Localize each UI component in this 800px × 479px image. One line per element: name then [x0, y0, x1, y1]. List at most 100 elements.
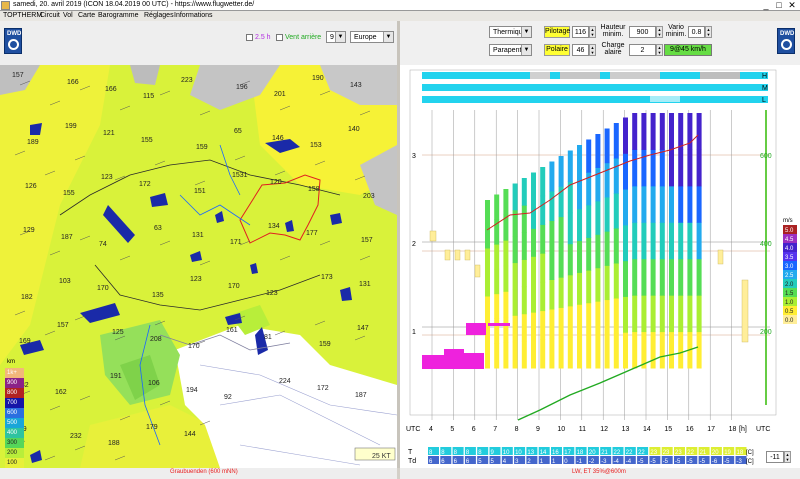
- t-value: 20: [589, 450, 596, 456]
- hours-utc-right: UTC: [756, 426, 770, 433]
- hour-tick: 13: [622, 426, 630, 433]
- hour-tick: 14: [643, 426, 651, 433]
- polaire-stepper[interactable]: ▲ ▼: [589, 44, 596, 56]
- thermal-map[interactable]: 157 166 166 115 223 196 201 190 143 189 199 121 155 1…: [0, 65, 397, 468]
- close-button[interactable]: ✕: [786, 0, 798, 11]
- legend-item: 800: [5, 388, 24, 398]
- menu-circuit[interactable]: Circuit: [40, 12, 60, 19]
- contour-label: 63: [154, 225, 162, 232]
- contour-label: 172: [317, 385, 329, 392]
- legend-item: 600: [5, 408, 24, 418]
- t-value: 22: [638, 450, 645, 456]
- contour-label: 131: [359, 281, 371, 288]
- hour-tick: 15: [664, 426, 672, 433]
- td-value: -3: [737, 459, 743, 465]
- td-value: -5: [638, 459, 644, 465]
- vario-scale-label: 1.0: [785, 300, 794, 306]
- vario-scale-label: 4.5: [785, 237, 794, 243]
- hour-tick: 16: [686, 426, 694, 433]
- t-value: 23: [663, 450, 670, 456]
- t-label: T: [408, 449, 413, 456]
- hour-tick: 9: [536, 426, 540, 433]
- td-value: -5: [663, 459, 669, 465]
- menu-barogramme[interactable]: Barogramme: [98, 12, 138, 19]
- hour-tick: 6: [472, 426, 476, 433]
- contour-label: 157: [361, 237, 373, 244]
- contour-label: 129: [23, 227, 35, 234]
- polaire-button[interactable]: Polaire: [544, 44, 570, 56]
- contour-label: 173: [321, 274, 333, 281]
- pilotage-button[interactable]: Pilotage: [544, 26, 570, 38]
- region-select[interactable]: Europe ▼: [350, 31, 394, 43]
- td-value: -3: [601, 459, 607, 465]
- pilotage-field[interactable]: 116: [572, 26, 589, 38]
- contour-label: 123: [101, 174, 113, 181]
- pilotage-stepper[interactable]: ▲ ▼: [589, 26, 596, 38]
- legend-title: km: [7, 359, 15, 365]
- legend-item: 1k+: [5, 368, 24, 378]
- td-value: -4: [626, 459, 632, 465]
- menu-vol[interactable]: Vol: [63, 12, 73, 19]
- map-status-text: Graubuenden (600 mNN): [170, 469, 238, 475]
- dwd-logo: DWD: [4, 28, 22, 54]
- contour-label: 169: [19, 338, 31, 345]
- menu-reglages[interactable]: Réglages: [144, 12, 174, 19]
- mode-select[interactable]: Thermique ▼: [489, 26, 532, 38]
- t-value: 20: [712, 450, 719, 456]
- right-axis-600: 600: [760, 153, 772, 160]
- charge-stepper[interactable]: ▲ ▼: [656, 44, 663, 56]
- contour-label: 170: [188, 343, 200, 350]
- vario-scale-label: 2.5: [785, 273, 794, 279]
- contour-label: 126: [25, 183, 37, 190]
- t-value: 17: [564, 450, 571, 456]
- row-label-h: H: [762, 73, 767, 80]
- contour-label: 187: [355, 392, 367, 399]
- vario-scale-label: 3.0: [785, 264, 794, 270]
- dwd-swirl-icon: [8, 39, 19, 50]
- contour-label: 123: [190, 276, 202, 283]
- td-unit: [C]: [746, 459, 754, 465]
- contour-label: 170: [228, 283, 240, 290]
- right-axis-200: 200: [760, 329, 772, 336]
- time-checkbox[interactable]: [246, 34, 253, 41]
- tailwind-checkbox[interactable]: [276, 34, 283, 41]
- contour-label: 201: [274, 91, 286, 98]
- sounding-canvas[interactable]: H M L 3 2 1 600 400 200 m/s 5.04.54.03.5…: [400, 65, 800, 468]
- speed-button[interactable]: 9@45 km/h: [664, 44, 712, 56]
- hauteur-stepper[interactable]: ▲ ▼: [656, 26, 663, 38]
- td-value: -5: [687, 459, 693, 465]
- offset-stepper[interactable]: ▲ ▼: [784, 451, 791, 463]
- contour-label: 159: [196, 144, 208, 151]
- contour-label: 223: [181, 77, 193, 84]
- td-value: -5: [724, 459, 730, 465]
- level-select[interactable]: 9 ▼: [326, 31, 346, 43]
- t-value: 10: [515, 450, 522, 456]
- minimize-button[interactable]: _: [760, 0, 772, 11]
- glider-select[interactable]: Parapente ▼: [489, 44, 532, 56]
- contour-label: 144: [184, 431, 196, 438]
- menu-informations[interactable]: Informations: [174, 12, 213, 19]
- hour-tick: 10: [557, 426, 565, 433]
- contour-label: 188: [108, 440, 120, 447]
- sounding-chart[interactable]: H M L 3 2 1 600 400 200 m/s 5.0 4.5 4.0 …: [400, 65, 800, 468]
- polaire-field[interactable]: 46: [572, 44, 589, 56]
- vario-scale-label: 2.0: [785, 282, 794, 288]
- vario-field[interactable]: 0.8: [688, 26, 705, 38]
- maximize-button[interactable]: □: [773, 0, 785, 11]
- menu-topthem[interactable]: TOPTHERM: [3, 12, 42, 19]
- charge-field[interactable]: 2: [629, 44, 656, 56]
- contour-label: 194: [186, 387, 198, 394]
- sounding-toolbar: Thermique ▼ Parapente ▼ Pilotage 116 ▲ ▼ …: [400, 21, 800, 65]
- t-value: 14: [540, 450, 547, 456]
- contour-label: 161: [226, 327, 238, 334]
- t-value: 21: [700, 450, 707, 456]
- legend-item: 200: [5, 448, 24, 458]
- menu-carte[interactable]: Carte: [78, 12, 95, 19]
- t-unit: [C]: [746, 450, 754, 456]
- map-canvas[interactable]: 157 166 166 115 223 196 201 190 143 189 199 121 155 1…: [0, 65, 397, 468]
- contour-label: 147: [357, 325, 369, 332]
- vario-stepper[interactable]: ▲ ▼: [705, 26, 712, 38]
- offset-field[interactable]: -11: [766, 451, 784, 463]
- hauteur-field[interactable]: 900: [629, 26, 656, 38]
- contour-label: 1531: [232, 172, 248, 179]
